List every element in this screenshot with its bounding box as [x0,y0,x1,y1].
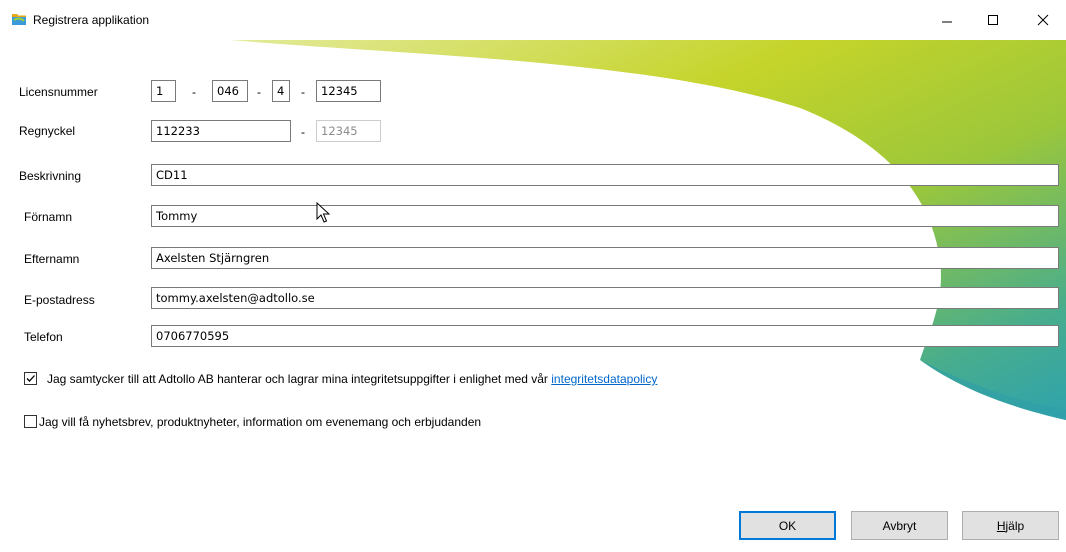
maximize-button[interactable] [970,0,1016,40]
license-label: Licensnummer [19,85,98,99]
folder-app-icon [12,14,26,25]
phone-input[interactable]: 0706770595 [151,325,1059,347]
help-label-rest: jälp [1005,518,1025,533]
email-input[interactable]: tommy.axelsten@adtollo.se [151,287,1059,309]
email-label: E-postadress [24,293,95,307]
window-title: Registrera applikation [33,13,150,27]
lastname-label: Efternamn [24,252,80,266]
license-part4-input[interactable]: 12345 [316,80,381,102]
license-part1-input[interactable]: 1 [151,80,176,102]
consent-label: Jag samtycker till att Adtollo AB hanter… [47,372,657,386]
ok-button[interactable]: OK [739,511,836,540]
consent-checkbox[interactable] [24,372,37,385]
checkmark-icon [26,375,35,382]
close-icon [1037,14,1049,26]
license-separator-2: - [257,85,261,99]
cancel-button[interactable]: Avbryt [851,511,948,540]
help-button[interactable]: Hjälp [962,511,1059,540]
license-part2-input[interactable]: 046 [212,80,248,102]
newsletter-checkbox[interactable] [24,415,37,428]
license-part3-input[interactable]: 4 [272,80,290,102]
regkey-part1-input[interactable]: 112233 [151,120,291,142]
minimize-button[interactable] [924,0,970,40]
license-separator-1: - [192,85,196,99]
license-separator-3: - [301,85,305,99]
minimize-icon [942,21,952,23]
firstname-label: Förnamn [24,210,73,224]
phone-label: Telefon [24,330,63,344]
description-label: Beskrivning [19,169,82,183]
privacy-policy-link[interactable]: integritetsdatapolicy [551,372,657,386]
newsletter-label: Jag vill få nyhetsbrev, produktnyheter, … [39,415,482,429]
description-input[interactable]: CD11 [151,164,1059,186]
mouse-cursor-icon [316,202,330,223]
lastname-input[interactable]: Axelsten Stjärngren [151,247,1059,269]
regkey-part2-input: 12345 [316,120,381,142]
title-bar [0,0,1066,40]
firstname-input[interactable]: Tommy [151,205,1059,227]
maximize-icon [988,15,998,25]
regkey-label: Regnyckel [19,124,76,138]
regkey-separator: - [301,125,305,139]
consent-text: Jag samtycker till att Adtollo AB hanter… [47,372,552,386]
close-button[interactable] [1020,0,1066,40]
